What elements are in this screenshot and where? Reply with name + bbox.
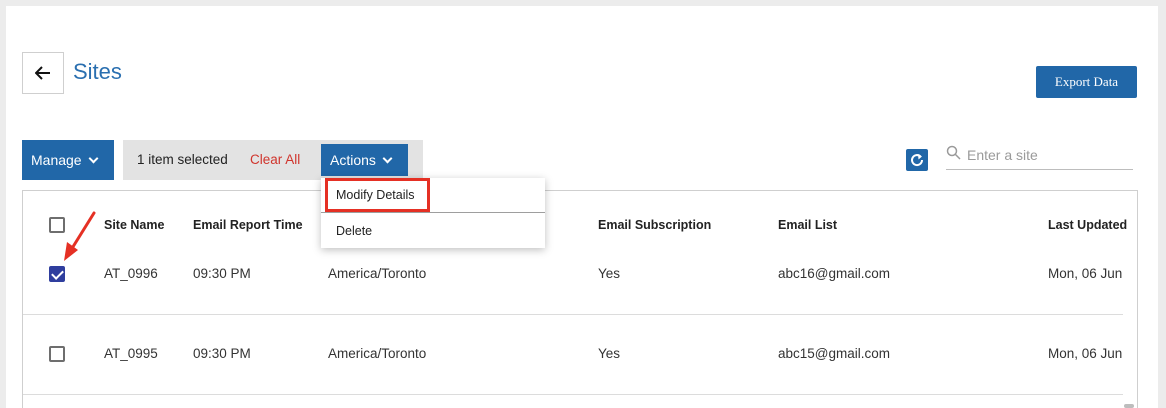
chevron-down-icon <box>382 153 393 163</box>
clear-all-link[interactable]: Clear All <box>250 152 300 167</box>
cell-subscription: Yes <box>598 266 621 281</box>
back-button[interactable] <box>22 52 64 94</box>
search-box <box>946 140 1133 170</box>
column-header-email-report-time[interactable]: Email Report Time <box>193 218 303 232</box>
cell-site-name: AT_0995 <box>104 346 158 361</box>
manage-button-label: Manage <box>31 152 82 168</box>
selection-bar: 1 item selected Clear All Actions <box>123 140 423 180</box>
refresh-button[interactable] <box>906 149 928 171</box>
row-divider <box>23 394 1123 395</box>
cell-site-name: AT_0996 <box>104 266 158 281</box>
arrow-left-icon <box>35 66 50 80</box>
actions-dropdown-menu: Modify Details Delete <box>321 178 545 248</box>
cell-report-time: 09:30 PM <box>193 266 251 281</box>
table-row[interactable]: AT_0995 09:30 PM America/Toronto Yes abc… <box>23 315 1123 395</box>
cell-report-time: 09:30 PM <box>193 346 251 361</box>
cell-subscription: Yes <box>598 346 621 361</box>
column-header-last-updated[interactable]: Last Updated <box>1048 218 1127 232</box>
actions-button-label: Actions <box>330 152 376 168</box>
sites-table: Site Name Email Report Time Email Subscr… <box>22 190 1138 408</box>
row-checkbox[interactable] <box>49 346 65 362</box>
chevron-down-icon <box>88 153 99 163</box>
manage-button[interactable]: Manage <box>22 140 114 180</box>
menu-divider <box>321 212 545 213</box>
cell-last-updated: Mon, 06 Jun <box>1048 266 1123 281</box>
cell-last-updated: Mon, 06 Jun <box>1048 346 1123 361</box>
cell-email-list: abc16@gmail.com <box>778 266 891 281</box>
refresh-icon <box>911 154 924 167</box>
menu-item-modify-details[interactable]: Modify Details <box>321 178 545 212</box>
search-input[interactable] <box>967 144 1127 166</box>
cell-timezone: America/Toronto <box>328 346 427 361</box>
selection-count: 1 item selected <box>137 152 228 167</box>
column-header-email-list[interactable]: Email List <box>778 218 837 232</box>
search-icon <box>946 145 961 160</box>
row-checkbox[interactable] <box>49 266 65 282</box>
page-title: Sites <box>73 59 122 84</box>
export-data-button[interactable]: Export Data <box>1036 66 1137 98</box>
cell-email-list: abc15@gmail.com <box>778 346 891 361</box>
scrollbar-thumb[interactable] <box>1124 404 1134 408</box>
menu-item-delete[interactable]: Delete <box>321 214 545 248</box>
red-arrow-icon <box>64 211 96 261</box>
table-row[interactable]: AT_0996 09:30 PM America/Toronto Yes abc… <box>23 234 1123 314</box>
cell-timezone: America/Toronto <box>328 266 427 281</box>
column-header-email-subscription[interactable]: Email Subscription <box>598 218 711 232</box>
actions-button[interactable]: Actions <box>321 144 408 176</box>
column-header-site-name[interactable]: Site Name <box>104 218 164 232</box>
